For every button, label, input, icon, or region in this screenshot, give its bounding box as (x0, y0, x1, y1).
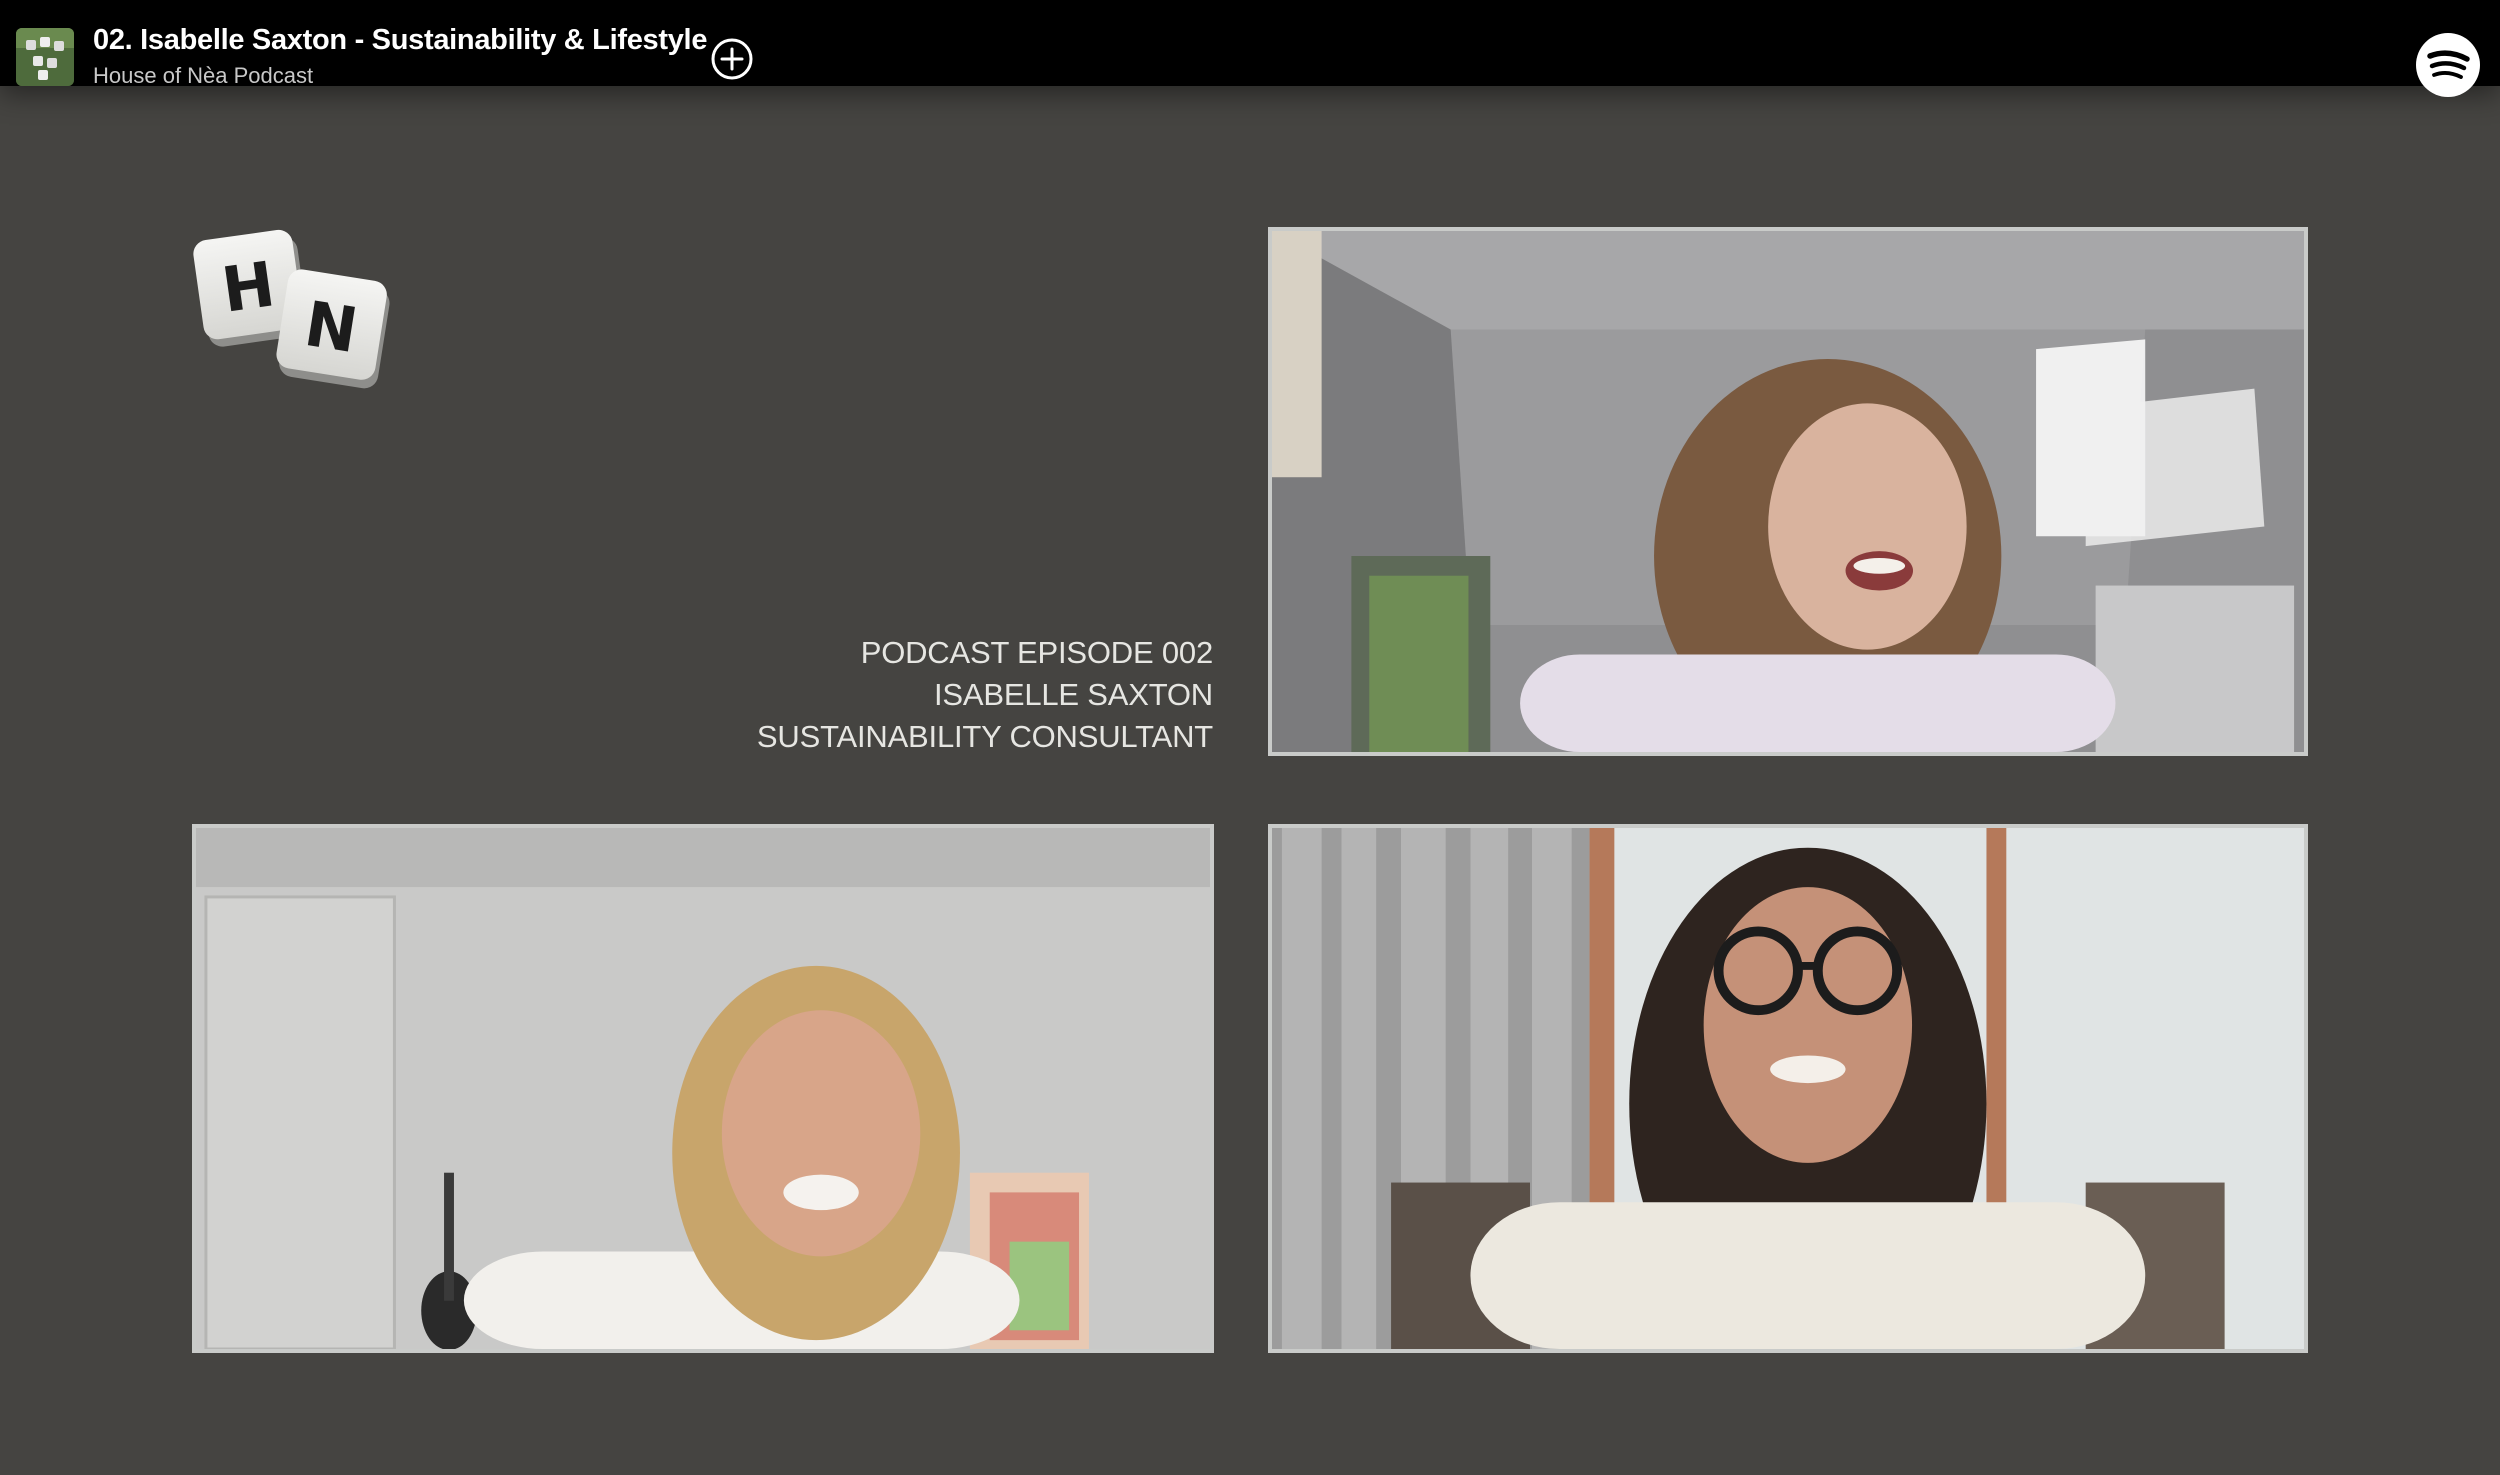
episode-title[interactable]: 02. Isabelle Saxton - Sustainability & L… (93, 24, 707, 57)
guest-name-label: ISABELLE SAXTON (934, 677, 1213, 712)
video-tile-guest (1268, 227, 2308, 756)
guest-role-label: SUSTAINABILITY CONSULTANT (756, 719, 1213, 754)
show-name[interactable]: House of Nèa Podcast (93, 63, 313, 89)
player-top-bar: 02. Isabelle Saxton - Sustainability & L… (0, 0, 2500, 97)
video-tile-host-2 (1268, 824, 2308, 1353)
add-to-library-button[interactable] (709, 36, 755, 82)
guest-video-frame (1272, 231, 2304, 752)
plus-circle-icon (711, 38, 753, 80)
video-tile-host-1 (192, 824, 1214, 1353)
spotify-logo-button[interactable] (2415, 32, 2481, 98)
episode-info-block: PODCAST EPISODE 002 ISABELLE SAXTON SUST… (757, 632, 1213, 758)
spotify-logo-icon (2416, 33, 2480, 97)
host-1-video-frame (196, 828, 1210, 1349)
episode-number-label: PODCAST EPISODE 002 (860, 635, 1213, 670)
host-2-video-frame (1272, 828, 2304, 1349)
logo-letter-h: H (218, 247, 280, 327)
cover-art-image (16, 28, 74, 86)
house-of-nea-logo: H N (190, 220, 400, 390)
episode-cover-art[interactable] (16, 28, 74, 86)
